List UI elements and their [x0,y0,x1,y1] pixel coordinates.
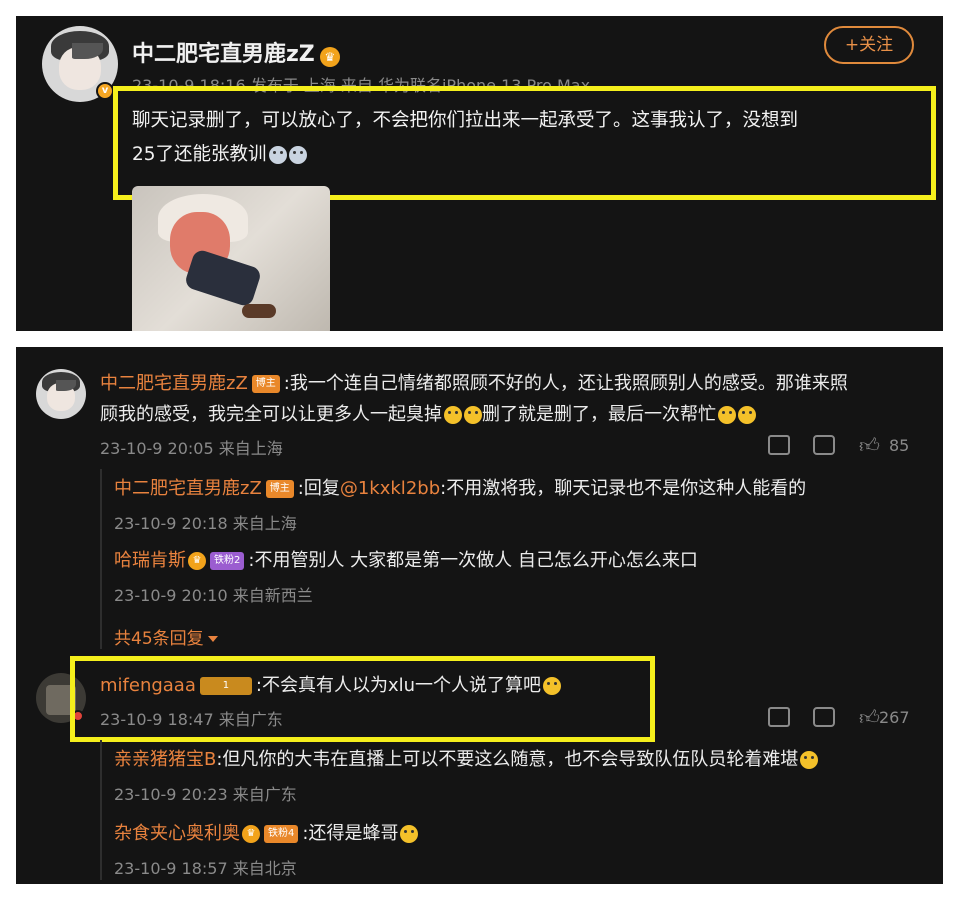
reply-3-row: 亲亲猪猪宝B:但凡你的大韦在直播上可以不要这么随意，也不会导致队伍队员轮着难堪 [114,744,934,775]
comment-author[interactable]: mifengaaa [100,675,196,696]
post-text-line2-row: 25了还能张教训 [132,138,922,172]
share-icon[interactable] [768,707,790,727]
author-tag-badge: 博主 [251,375,280,393]
verified-badge-icon: v [96,82,114,100]
comment-text: :不会真有人以为xlu一个人说了算吧 [255,675,541,696]
laughing-emoji-icon [800,751,819,769]
reply-prefix: :回复 [297,478,340,499]
surprised-emoji-icon [400,825,419,843]
reply-author[interactable]: 中二肥宅直男鹿zZ [114,478,262,499]
crown-icon: ♛ [188,552,206,570]
comment-text-line2b: 删了就是删了，最后一次帮忙 [482,404,716,425]
reply-text: :但凡你的大韦在直播上可以不要这么随意，也不会导致队伍队员轮着难堪 [216,749,799,770]
shrug-emoji-icon [543,677,561,695]
post-text-line2: 25了还能张教训 [132,144,267,165]
comment-author[interactable]: 中二肥宅直男鹿zZ [100,373,248,394]
reply-meta: 23-10-9 18:57 来自北京 [114,859,297,878]
reply-author[interactable]: 杂食夹心奥利奥 [114,823,240,844]
comment-meta: 23-10-9 18:47 来自广东 [100,710,283,729]
vip-level-badge: 1 [199,677,252,695]
like-count: 267 [879,708,910,727]
reply-text: :不用管别人 大家都是第一次做人 自己怎么开心怎么来口 [248,550,698,571]
comments-panel: 中二肥宅直男鹿zZ 博主:我一个连自己情绪都照顾不好的人，还让我照顾别人的感受。那… [16,347,943,884]
post-text-line1: 聊天记录删了，可以放心了，不会把你们拉出来一起承受了。这事我认了，没想到 [132,110,799,131]
poster-name[interactable]: 中二肥宅直男鹿zZ [132,42,315,67]
reply-2: 哈瑞肯斯 ♛ 铁粉2:不用管别人 大家都是第一次做人 自己怎么开心怎么来口 23-1… [114,545,914,606]
comment-1-line2-row: 顾我的感受，我完全可以让更多人一起臭掉 删了就是删了，最后一次帮忙 [100,399,930,430]
comment-2: mifengaaa 1:不会真有人以为xlu一个人说了算吧 [100,670,700,701]
shrug-emoji-icon [738,406,756,424]
comment-icon[interactable] [813,435,835,455]
like-icon[interactable]: 👍︎ [859,705,880,730]
reply-text: :还得是蜂哥 [302,823,399,844]
reply-meta: 23-10-9 20:23 来自广东 [114,785,297,804]
follow-button[interactable]: +关注 [824,26,914,64]
reply-4: 杂食夹心奥利奥 ♛ 铁粉4:还得是蜂哥 23-10-9 18:57 来自北京 [114,818,914,879]
more-replies-label: 共45条回复 [114,629,204,649]
reply-2-row: 哈瑞肯斯 ♛ 铁粉2:不用管别人 大家都是第一次做人 自己怎么开心怎么来口 [114,545,914,576]
poster-name-row: 中二肥宅直男鹿zZ ♛ [132,36,340,68]
reply-3: 亲亲猪猪宝B:但凡你的大韦在直播上可以不要这么随意，也不会导致队伍队员轮着难堪 … [114,744,934,805]
comment-1-line1-row: 中二肥宅直男鹿zZ 博主:我一个连自己情绪都照顾不好的人，还让我照顾别人的感受。那… [100,368,930,399]
like-count: 85 [889,436,910,455]
weibo-post-panel: v 中二肥宅直男鹿zZ ♛ 23-10-9 18:16 发布于 上海 来自 华为… [16,16,943,331]
shrug-emoji-icon [718,406,736,424]
more-replies-link[interactable]: 共45条回复 [114,624,218,649]
crying-emoji-icon [268,146,287,164]
fan-level-badge: 铁粉2 [210,552,245,570]
reply-mention-link[interactable]: @1kxkl2bb [340,478,440,499]
reply-4-row: 杂食夹心奥利奥 ♛ 铁粉4:还得是蜂哥 [114,818,914,849]
fan-level-badge: 铁粉4 [264,825,299,843]
comment-1: 中二肥宅直男鹿zZ 博主:我一个连自己情绪都照顾不好的人，还让我照顾别人的感受。那… [100,368,930,430]
chevron-down-icon [207,636,218,642]
comment-icon[interactable] [813,707,835,727]
post-text: 聊天记录删了，可以放心了，不会把你们拉出来一起承受了。这事我认了，没想到 25了… [132,104,922,172]
reply-1-row: 中二肥宅直男鹿zZ 博主:回复@1kxkl2bb:不用激将我，聊天记录也不是你这种… [114,473,914,504]
author-tag-badge: 博主 [265,480,294,498]
reply-thread-line [100,469,102,649]
reply-meta: 23-10-9 20:18 来自上海 [114,514,297,533]
post-image[interactable] [132,186,330,331]
reply-author[interactable]: 哈瑞肯斯 [114,550,186,571]
commenter-avatar[interactable] [36,369,86,419]
comment-meta: 23-10-9 20:05 来自上海 [100,439,283,458]
shrug-emoji-icon [444,406,462,424]
reply-text: :不用激将我，聊天记录也不是你这种人能看的 [440,478,807,499]
shrug-emoji-icon [464,406,482,424]
reply-thread-line [100,740,102,880]
crown-icon: ♛ [319,46,340,67]
reply-1: 中二肥宅直男鹿zZ 博主:回复@1kxkl2bb:不用激将我，聊天记录也不是你这种… [114,473,914,534]
comment-text-line2a: 顾我的感受，我完全可以让更多人一起臭掉 [100,404,442,425]
comment-2-row: mifengaaa 1:不会真有人以为xlu一个人说了算吧 [100,670,700,701]
like-icon[interactable]: 👍︎ [859,433,880,458]
comment-text-line1: :我一个连自己情绪都照顾不好的人，还让我照顾别人的感受。那谁来照 [283,373,848,394]
share-icon[interactable] [768,435,790,455]
crown-icon: ♛ [242,825,260,843]
reply-meta: 23-10-9 20:10 来自新西兰 [114,586,313,605]
reply-author[interactable]: 亲亲猪猪宝B [114,749,216,770]
crying-emoji-icon [288,146,307,164]
